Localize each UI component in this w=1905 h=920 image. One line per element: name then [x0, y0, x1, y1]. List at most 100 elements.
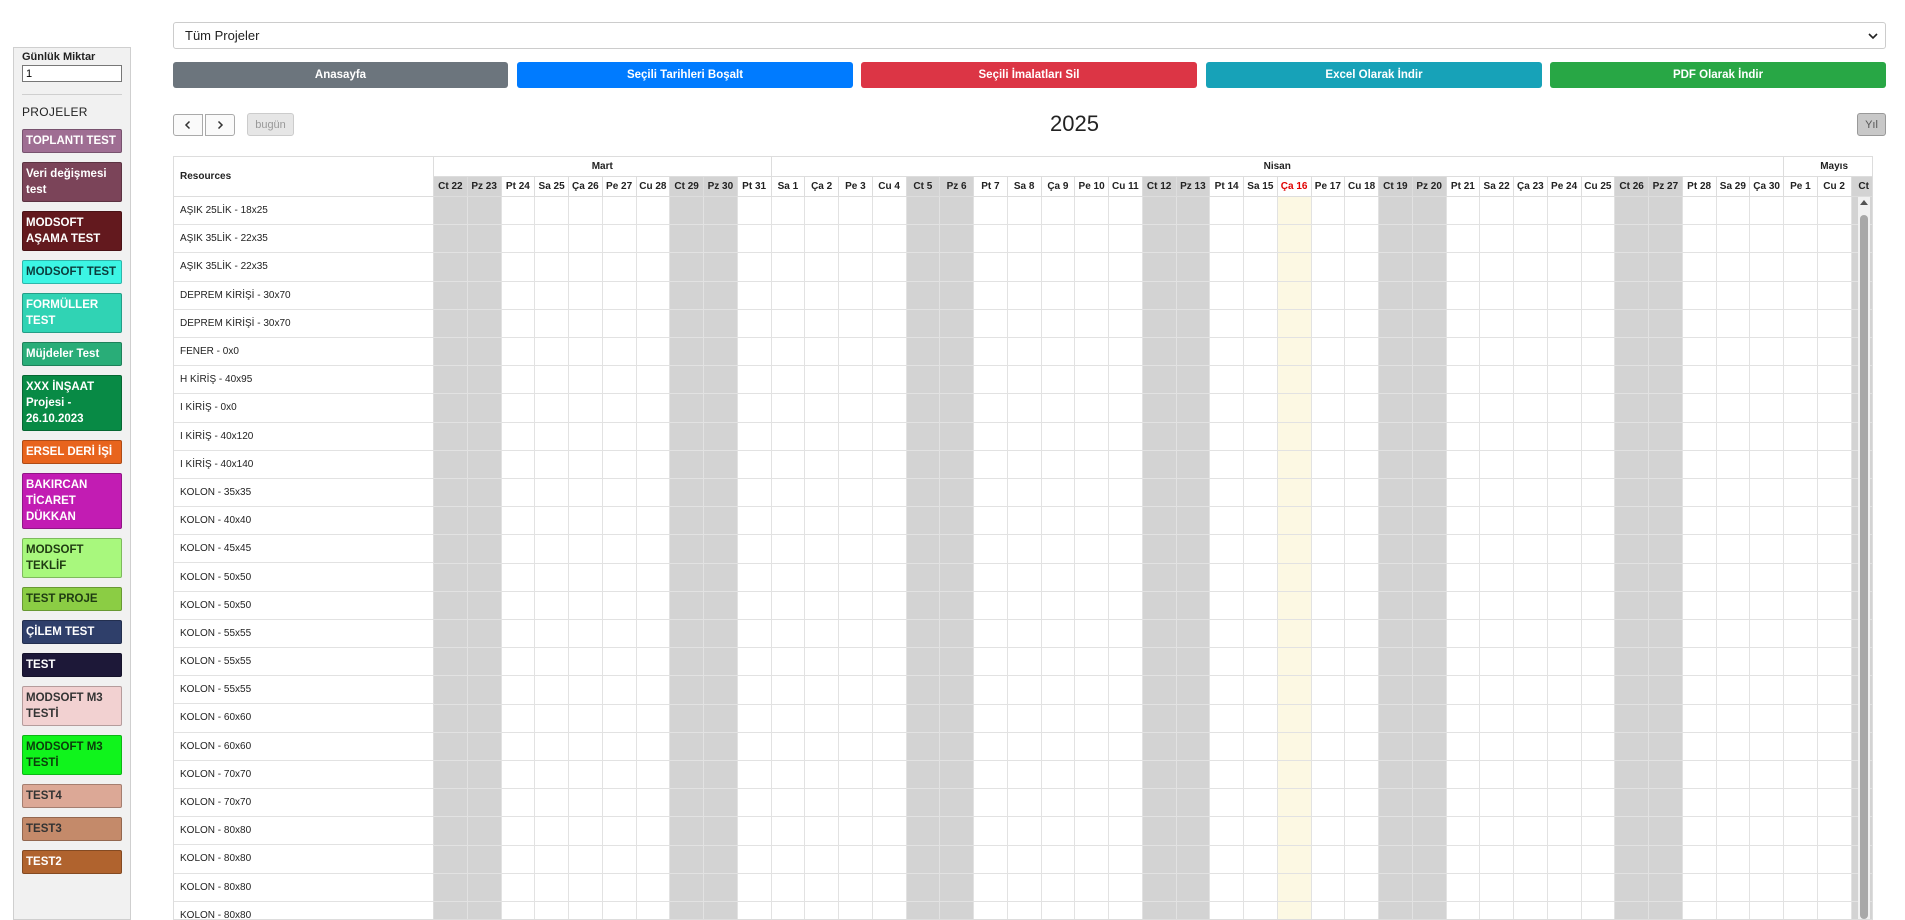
- day-column[interactable]: [1277, 197, 1312, 919]
- next-button[interactable]: [205, 114, 235, 136]
- day-header[interactable]: Cu 28: [636, 177, 671, 197]
- project-item[interactable]: MODSOFT TEST: [22, 260, 122, 284]
- project-item[interactable]: XXX İNŞAAT Projesi - 26.10.2023: [22, 375, 122, 431]
- day-column[interactable]: [1142, 197, 1177, 919]
- project-item[interactable]: TEST3: [22, 817, 122, 841]
- day-header[interactable]: Ça 16: [1277, 177, 1312, 197]
- day-column[interactable]: [501, 197, 536, 919]
- day-header[interactable]: Sa 1: [771, 177, 806, 197]
- day-column[interactable]: [434, 197, 468, 919]
- day-column[interactable]: [1750, 197, 1784, 919]
- project-item[interactable]: TEST2: [22, 850, 122, 874]
- day-header[interactable]: Sa 25: [535, 177, 569, 197]
- day-column[interactable]: [1007, 197, 1042, 919]
- project-select[interactable]: Tüm Projeler: [173, 22, 1886, 49]
- day-header[interactable]: Pe 17: [1311, 177, 1346, 197]
- day-column[interactable]: [974, 197, 1008, 919]
- day-header[interactable]: Cu 25: [1581, 177, 1616, 197]
- day-column[interactable]: [1075, 197, 1109, 919]
- project-item[interactable]: MODSOFT M3 TESTİ: [22, 735, 122, 775]
- day-column[interactable]: [1446, 197, 1481, 919]
- day-header[interactable]: Ça 2: [805, 177, 839, 197]
- day-header[interactable]: Cu 4: [872, 177, 907, 197]
- project-item[interactable]: BAKIRCAN TİCARET DÜKKAN: [22, 473, 122, 529]
- day-column[interactable]: [1176, 197, 1211, 919]
- day-column[interactable]: [1784, 197, 1818, 919]
- day-header[interactable]: Ct 5: [906, 177, 941, 197]
- day-header[interactable]: Pt 31: [737, 177, 772, 197]
- day-header[interactable]: Pz 27: [1649, 177, 1683, 197]
- day-header[interactable]: Sa 8: [1007, 177, 1042, 197]
- day-column[interactable]: [467, 197, 502, 919]
- day-header[interactable]: Ça 26: [569, 177, 603, 197]
- day-column[interactable]: [1716, 197, 1751, 919]
- day-header[interactable]: Pe 1: [1784, 177, 1818, 197]
- day-header[interactable]: Sa 29: [1716, 177, 1751, 197]
- day-header[interactable]: Ct 12: [1142, 177, 1177, 197]
- day-column[interactable]: [737, 197, 772, 919]
- daily-amount-input[interactable]: [22, 65, 122, 82]
- day-header[interactable]: Pz 30: [704, 177, 738, 197]
- project-item[interactable]: TEST: [22, 653, 122, 677]
- delete-items-button[interactable]: Seçili İmalatları Sil: [861, 62, 1197, 88]
- project-item[interactable]: MODSOFT M3 TESTİ: [22, 686, 122, 726]
- day-column[interactable]: [1244, 197, 1278, 919]
- day-column[interactable]: [872, 197, 907, 919]
- day-column[interactable]: [1210, 197, 1244, 919]
- day-header[interactable]: Cu 11: [1109, 177, 1143, 197]
- day-header[interactable]: Pt 21: [1446, 177, 1481, 197]
- day-header[interactable]: Pz 13: [1176, 177, 1211, 197]
- day-column[interactable]: [1109, 197, 1143, 919]
- project-item[interactable]: MODSOFT AŞAMA TEST: [22, 211, 122, 251]
- day-header[interactable]: Pt 14: [1210, 177, 1244, 197]
- day-header[interactable]: Ct 29: [670, 177, 704, 197]
- day-column[interactable]: [1480, 197, 1514, 919]
- day-header[interactable]: Ça 9: [1041, 177, 1076, 197]
- project-item[interactable]: MODSOFT TEKLİF: [22, 538, 122, 578]
- day-column[interactable]: [906, 197, 941, 919]
- project-item[interactable]: ÇİLEM TEST: [22, 620, 122, 644]
- day-header[interactable]: Ct 26: [1615, 177, 1649, 197]
- day-header[interactable]: Pe 27: [602, 177, 637, 197]
- project-item[interactable]: TOPLANTI TEST: [22, 129, 122, 153]
- day-header[interactable]: Ct 19: [1379, 177, 1413, 197]
- project-item[interactable]: TEST4: [22, 784, 122, 808]
- day-column[interactable]: [670, 197, 704, 919]
- day-header[interactable]: Pe 24: [1547, 177, 1582, 197]
- day-column[interactable]: [839, 197, 873, 919]
- home-button[interactable]: Anasayfa: [173, 62, 508, 88]
- pdf-download-button[interactable]: PDF Olarak İndir: [1550, 62, 1886, 88]
- today-button[interactable]: bugün: [247, 113, 294, 136]
- day-header[interactable]: Pe 3: [839, 177, 873, 197]
- day-column[interactable]: [1041, 197, 1076, 919]
- clear-dates-button[interactable]: Seçili Tarihleri Boşalt: [517, 62, 853, 88]
- day-column[interactable]: [1379, 197, 1413, 919]
- day-header[interactable]: Pz 6: [940, 177, 974, 197]
- day-header[interactable]: Pt 7: [974, 177, 1008, 197]
- day-column[interactable]: [1547, 197, 1582, 919]
- day-column[interactable]: [1514, 197, 1548, 919]
- day-column[interactable]: [805, 197, 839, 919]
- day-column[interactable]: [1615, 197, 1649, 919]
- day-header[interactable]: Cu 18: [1345, 177, 1379, 197]
- day-header[interactable]: Pt 28: [1682, 177, 1717, 197]
- day-header[interactable]: Ça 23: [1514, 177, 1548, 197]
- project-item[interactable]: Müjdeler Test: [22, 342, 122, 366]
- day-column[interactable]: [1682, 197, 1717, 919]
- day-column[interactable]: [1817, 197, 1852, 919]
- project-item[interactable]: FORMÜLLER TEST: [22, 293, 122, 333]
- day-header[interactable]: Pe 10: [1075, 177, 1109, 197]
- day-column[interactable]: [1345, 197, 1379, 919]
- project-item[interactable]: Veri değişmesi test: [22, 162, 122, 202]
- day-column[interactable]: [602, 197, 637, 919]
- day-column[interactable]: [636, 197, 671, 919]
- day-column[interactable]: [1311, 197, 1346, 919]
- project-item[interactable]: ERSEL DERİ İŞİ: [22, 440, 122, 464]
- day-header[interactable]: Cu 2: [1817, 177, 1852, 197]
- day-column[interactable]: [704, 197, 738, 919]
- day-header[interactable]: Sa 15: [1244, 177, 1278, 197]
- scroll-up-arrow-icon[interactable]: [1860, 200, 1868, 205]
- day-header[interactable]: Pz 23: [467, 177, 502, 197]
- vertical-scrollbar[interactable]: [1858, 197, 1870, 919]
- day-header[interactable]: Ct 22: [434, 177, 468, 197]
